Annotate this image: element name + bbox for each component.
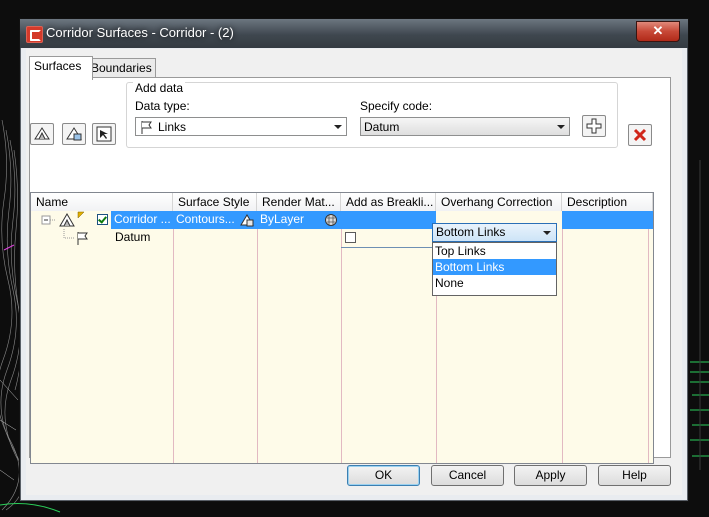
apply-button[interactable]: Apply: [514, 465, 587, 486]
datum-name-cell[interactable]: Datum: [31, 229, 173, 247]
chevron-down-icon: [557, 125, 565, 129]
tab-boundaries[interactable]: Boundaries: [86, 58, 156, 79]
surface-style-cell[interactable]: Contours...: [173, 211, 257, 229]
datum-breakline-cell[interactable]: [341, 229, 436, 247]
red-x-delete-icon: [633, 128, 647, 142]
cancel-button[interactable]: Cancel: [431, 465, 504, 486]
render-material-value: ByLayer: [260, 212, 305, 226]
surface-properties-icon: [66, 127, 82, 141]
create-surface-icon: [34, 127, 50, 140]
column-divider: [173, 211, 174, 463]
surface-checkbox[interactable]: [97, 214, 108, 225]
close-button[interactable]: ✕: [636, 21, 680, 42]
help-button[interactable]: Help: [598, 465, 671, 486]
delete-button[interactable]: [628, 124, 652, 146]
table-row[interactable]: Corridor ... Contours... ByLayer: [31, 211, 653, 229]
surface-name-cell[interactable]: Corridor ...: [111, 211, 173, 229]
dialog-client-area: Surfaces Boundaries Add data Data type: …: [26, 49, 682, 495]
pick-arrow-icon: [96, 126, 112, 142]
pick-surface-button[interactable]: [92, 123, 116, 145]
overhang-correction-select[interactable]: Bottom Links: [432, 223, 557, 242]
surface-style-picker-icon[interactable]: [239, 212, 255, 228]
add-data-button[interactable]: [582, 115, 606, 137]
add-data-label: Add data: [133, 81, 186, 95]
column-divider: [257, 211, 258, 463]
option-none[interactable]: None: [433, 275, 556, 291]
chevron-down-icon: [543, 231, 551, 235]
overhang-correction-value: Bottom Links: [436, 225, 506, 239]
description-cell[interactable]: [562, 211, 653, 229]
plus-icon: [586, 118, 602, 134]
col-header-overhang-correction[interactable]: Overhang Correction: [436, 193, 562, 211]
table-header: Name Surface Style Render Mat... Add as …: [31, 193, 653, 212]
option-top-links[interactable]: Top Links: [433, 243, 556, 259]
add-data-group: Add data Data type: Links Specify code: …: [126, 81, 618, 148]
window-title: Corridor Surfaces - Corridor - (2): [46, 25, 234, 40]
col-header-render-material[interactable]: Render Mat...: [257, 193, 341, 211]
col-header-add-as-breakline[interactable]: Add as Breakli...: [341, 193, 436, 211]
tree-node-area: [31, 211, 111, 229]
title-bar[interactable]: Corridor Surfaces - Corridor - (2) ✕: [20, 19, 688, 48]
data-type-label: Data type:: [135, 99, 190, 113]
col-header-name[interactable]: Name: [31, 193, 173, 211]
column-divider: [341, 211, 342, 463]
surface-style-value: Contours...: [176, 212, 235, 226]
option-bottom-links[interactable]: Bottom Links: [433, 259, 556, 275]
specify-code-select[interactable]: Datum: [360, 117, 570, 136]
surfaces-table: Name Surface Style Render Mat... Add as …: [30, 192, 654, 464]
create-surface-button[interactable]: [30, 123, 54, 145]
datum-label: Datum: [115, 230, 151, 244]
cell-focus-underline: [341, 247, 436, 248]
render-material-cell[interactable]: ByLayer: [257, 211, 341, 229]
column-divider: [562, 211, 563, 463]
col-header-surface-style[interactable]: Surface Style: [173, 193, 257, 211]
specify-code-value: Datum: [364, 120, 400, 134]
data-type-value: Links: [158, 120, 187, 134]
column-divider: [648, 211, 649, 463]
surfaces-tab-panel: Add data Data type: Links Specify code: …: [29, 77, 671, 464]
tree-link-graphic: [63, 229, 88, 245]
col-header-description[interactable]: Description: [562, 193, 653, 211]
render-material-picker-icon[interactable]: [323, 212, 339, 228]
add-as-breakline-checkbox[interactable]: [345, 232, 356, 243]
specify-code-label: Specify code:: [360, 99, 433, 113]
civil3d-app-icon: [26, 26, 43, 43]
chevron-down-icon: [334, 125, 342, 129]
tab-surfaces[interactable]: Surfaces: [29, 56, 93, 80]
ok-button[interactable]: OK: [347, 465, 420, 486]
data-type-select[interactable]: Links: [135, 117, 347, 136]
overhang-correction-options: Top Links Bottom Links None: [432, 242, 557, 296]
corridor-surfaces-dialog: Corridor Surfaces - Corridor - (2) ✕ Sur…: [19, 18, 689, 502]
links-flag-icon: [141, 121, 152, 134]
surface-style-button[interactable]: [62, 123, 86, 145]
table-row[interactable]: Datum: [31, 229, 653, 248]
add-as-breakline-cell[interactable]: [341, 211, 436, 229]
